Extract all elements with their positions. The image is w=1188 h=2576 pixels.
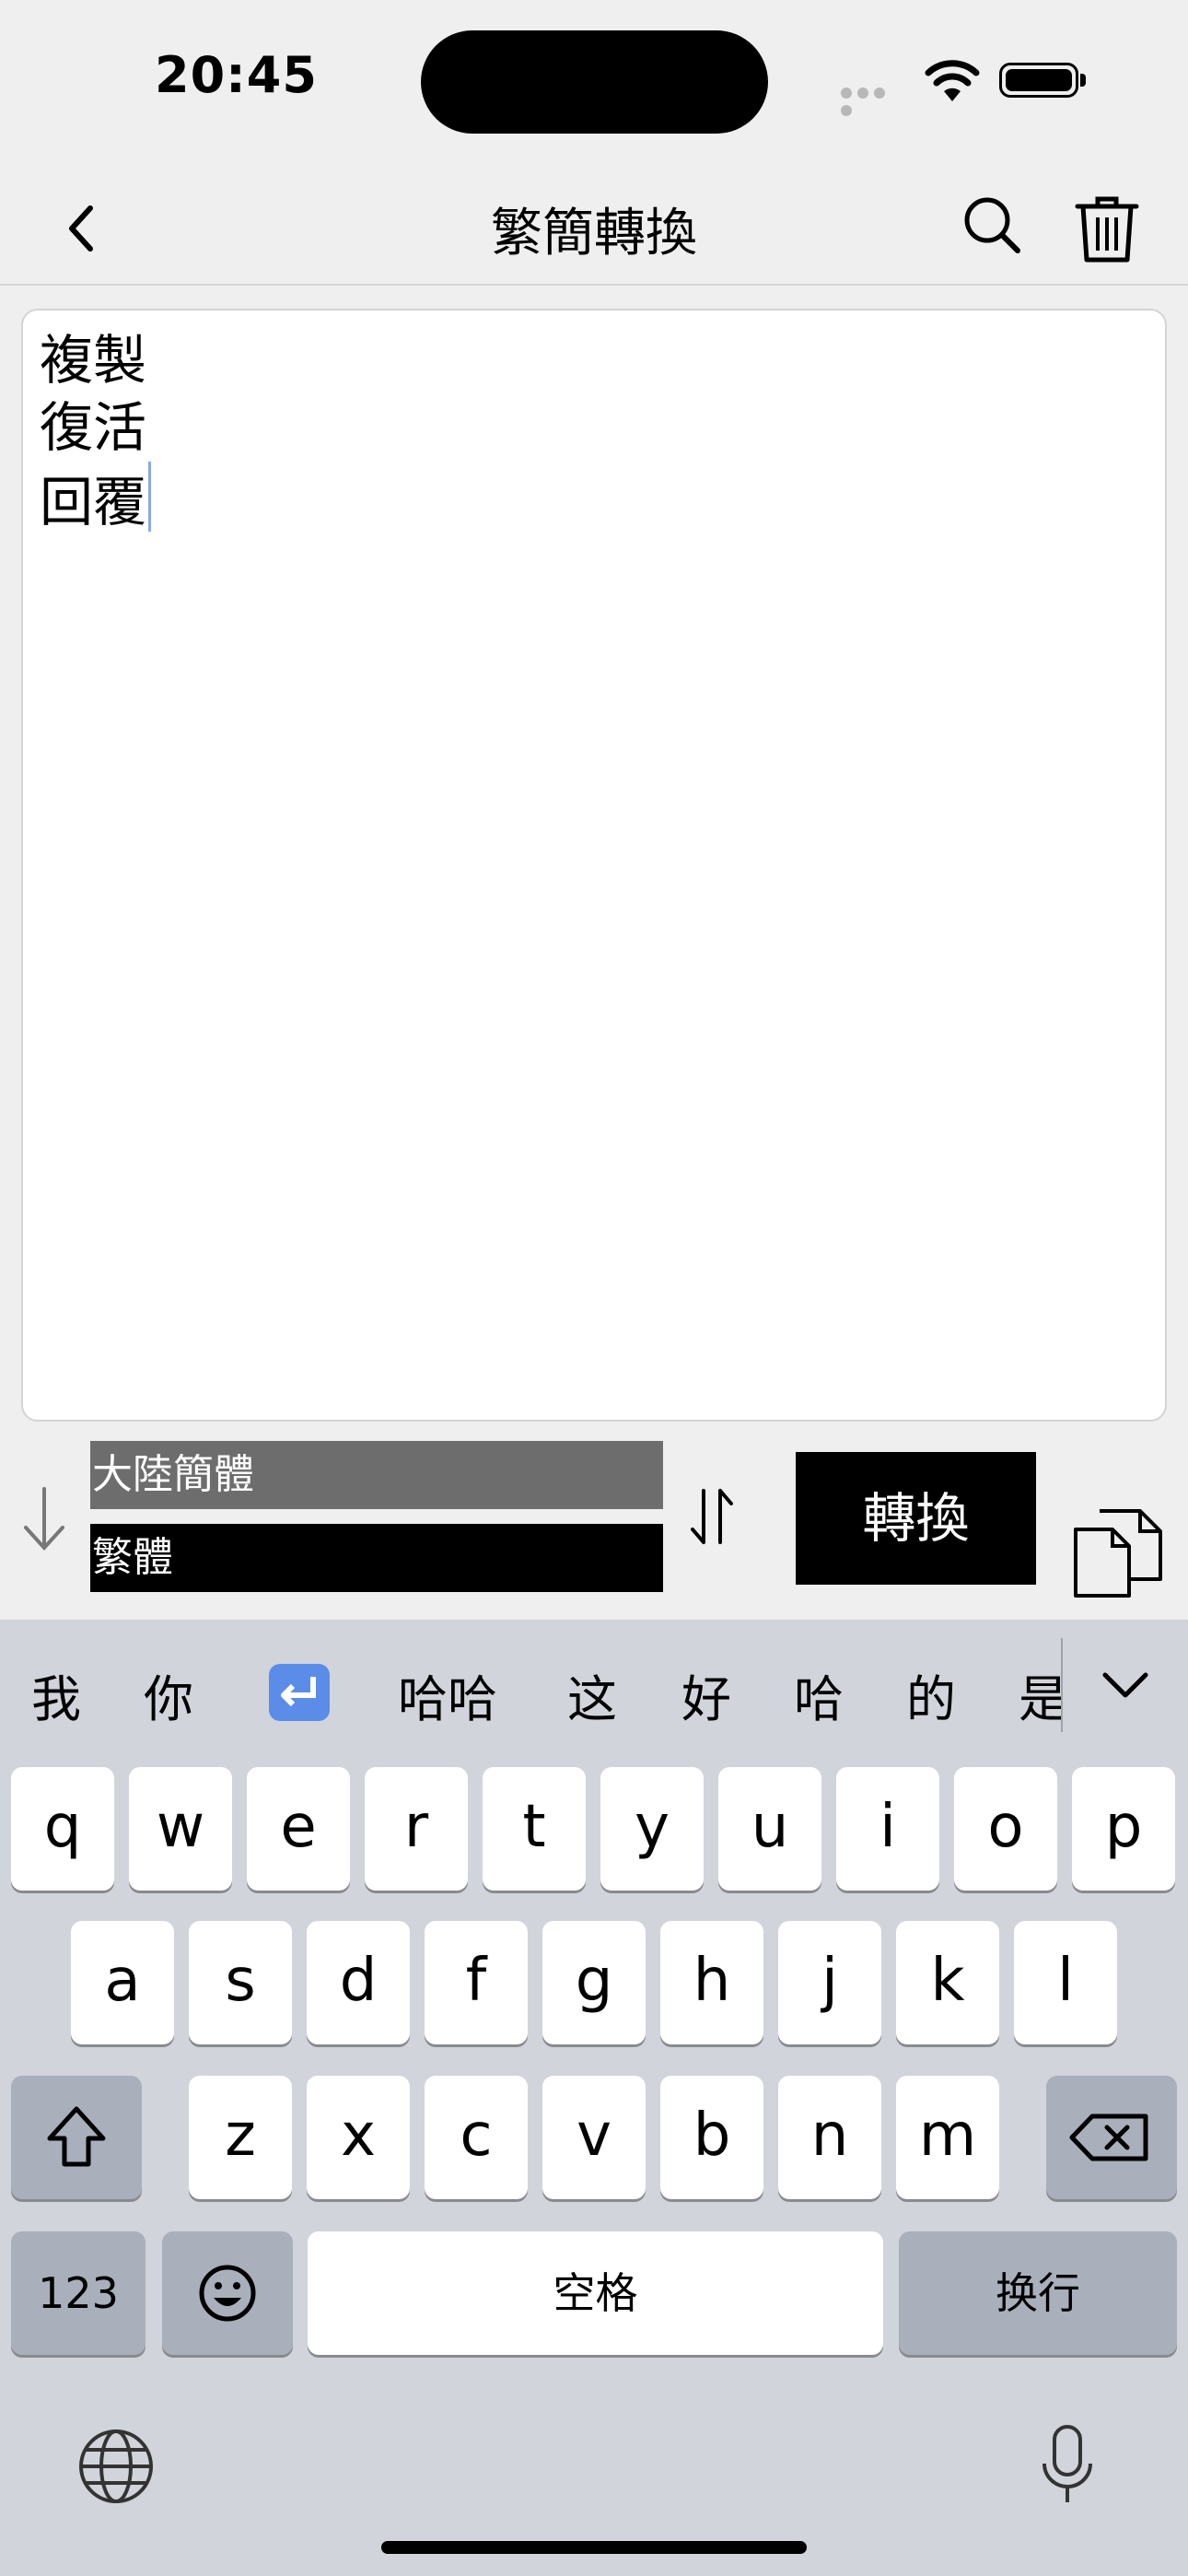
backspace-icon	[1069, 2113, 1148, 2161]
key-g[interactable]: g	[542, 1921, 646, 2044]
emoji-key[interactable]	[162, 2231, 293, 2355]
key-t[interactable]: t	[483, 1767, 586, 1891]
key-o[interactable]: o	[954, 1767, 1057, 1891]
key-m[interactable]: m	[896, 2076, 999, 2199]
chevron-down-icon[interactable]	[1101, 1669, 1149, 1701]
key-f[interactable]: f	[425, 1921, 528, 2044]
globe-icon[interactable]	[77, 2428, 155, 2505]
key-p[interactable]: p	[1072, 1767, 1175, 1891]
key-l[interactable]: l	[1014, 1921, 1117, 2044]
key-b[interactable]: b	[660, 2076, 763, 2199]
key-n[interactable]: n	[778, 2076, 881, 2199]
battery-tip	[1080, 74, 1086, 87]
key-y[interactable]: y	[600, 1767, 704, 1891]
suggestion-item[interactable]: 你	[144, 1658, 193, 1731]
convert-button[interactable]: 轉換	[796, 1452, 1036, 1585]
key-w[interactable]: w	[129, 1767, 232, 1891]
key-c[interactable]: c	[425, 2076, 528, 2199]
cellular-signal-icon	[841, 85, 905, 116]
suggestion-item[interactable]: 哈	[794, 1658, 844, 1731]
copy-icon[interactable]	[1072, 1507, 1164, 1599]
editor-line-current: 回覆	[40, 462, 1148, 536]
text-caret	[148, 462, 152, 532]
key-v[interactable]: v	[542, 2076, 646, 2199]
target-language-selector[interactable]: 繁體	[90, 1524, 663, 1592]
key-s[interactable]: s	[189, 1921, 292, 2044]
key-u[interactable]: u	[718, 1767, 821, 1891]
battery-icon	[999, 63, 1078, 98]
source-language-selector[interactable]: 大陸簡體	[90, 1441, 663, 1509]
suggestion-item[interactable]: 这	[567, 1658, 617, 1731]
key-k[interactable]: k	[896, 1921, 999, 2044]
suggestion-item[interactable]: 的	[906, 1658, 956, 1731]
numbers-key[interactable]: 123	[11, 2231, 146, 2355]
search-icon[interactable]	[962, 195, 1023, 256]
return-emoji-icon[interactable]	[267, 1662, 332, 1723]
suggestion-item[interactable]: 好	[681, 1658, 731, 1731]
key-a[interactable]: a	[71, 1921, 174, 2044]
delete-key[interactable]	[1046, 2076, 1177, 2199]
key-x[interactable]: x	[307, 2076, 410, 2199]
editor-line: 復活	[40, 396, 147, 459]
key-d[interactable]: d	[307, 1921, 410, 2044]
wifi-icon	[925, 60, 980, 101]
key-q[interactable]: q	[11, 1767, 114, 1891]
swap-direction-icon[interactable]	[689, 1487, 735, 1546]
editor-line-text: 回覆	[40, 471, 147, 533]
key-r[interactable]: r	[365, 1767, 468, 1891]
emoji-icon	[199, 2265, 256, 2322]
shift-key[interactable]	[11, 2076, 142, 2199]
suggestion-item[interactable]: 是	[1019, 1658, 1061, 1731]
nav-divider	[0, 284, 1188, 286]
key-j[interactable]: j	[778, 1921, 881, 2044]
return-key[interactable]: 换行	[899, 2231, 1177, 2355]
key-i[interactable]: i	[836, 1767, 939, 1891]
space-key[interactable]: 空格	[308, 2231, 883, 2355]
key-h[interactable]: h	[660, 1921, 763, 2044]
down-arrow-icon	[24, 1487, 64, 1551]
microphone-icon[interactable]	[1039, 2423, 1096, 2508]
trash-icon[interactable]	[1074, 193, 1140, 263]
editor-line: 複製	[40, 329, 147, 392]
shift-icon	[47, 2106, 106, 2167]
suggestion-divider	[1061, 1638, 1063, 1732]
suggestion-item[interactable]: 我	[31, 1658, 81, 1731]
key-e[interactable]: e	[247, 1767, 350, 1891]
key-z[interactable]: z	[189, 2076, 292, 2199]
home-indicator	[381, 2541, 807, 2554]
status-time: 20:45	[155, 46, 318, 104]
dynamic-island	[421, 30, 768, 134]
suggestion-item[interactable]: 哈哈	[398, 1658, 497, 1731]
text-editor[interactable]: 複製 復活 回覆	[21, 309, 1167, 1422]
